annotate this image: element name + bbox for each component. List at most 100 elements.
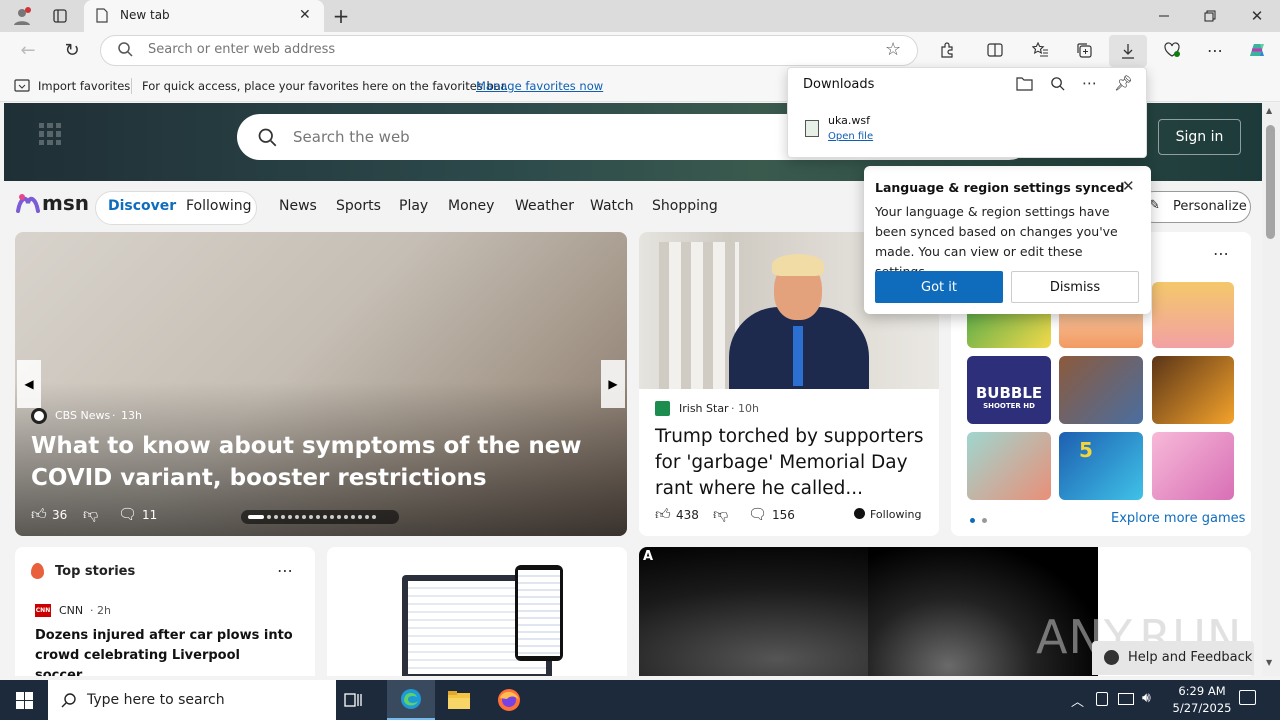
close-tab-icon[interactable]: ✕ [299, 7, 311, 23]
dismiss-button[interactable]: Dismiss [1011, 271, 1139, 303]
carousel-prev-button[interactable]: ◀ [17, 360, 41, 408]
game-tile[interactable] [1059, 356, 1143, 424]
tab-following[interactable]: Following [186, 198, 252, 214]
refresh-icon[interactable]: ↻ [56, 35, 88, 65]
tab-new-tab[interactable]: New tab ✕ [84, 0, 324, 32]
like-icon[interactable]: 👍︎ [655, 505, 671, 524]
edge-taskbar-icon[interactable] [387, 680, 435, 720]
clock-date[interactable]: 5/27/2025 [1166, 701, 1238, 715]
address-bar[interactable]: ☆ [100, 35, 918, 66]
comment-icon[interactable]: 🗨︎ [748, 505, 767, 523]
nav-watch[interactable]: Watch [590, 198, 634, 214]
task-view-icon[interactable] [343, 690, 363, 714]
start-button[interactable] [0, 680, 48, 720]
bubble-shooter-tile[interactable]: BUBBLE SHOOTER HD [967, 356, 1051, 424]
new-tab-icon[interactable]: + [325, 1, 357, 31]
games-more-icon[interactable]: ⋯ [1213, 244, 1229, 263]
fish-game-tile[interactable]: 5 [1059, 432, 1143, 500]
game-tile[interactable] [1152, 356, 1234, 424]
back-icon[interactable]: ← [12, 35, 44, 65]
network-icon[interactable] [1118, 693, 1134, 705]
download-file-name[interactable]: uka.wsf [828, 114, 870, 127]
restore-icon[interactable] [1194, 1, 1226, 31]
scrollbar-thumb[interactable] [1266, 125, 1275, 239]
tray-chevron-icon[interactable]: ︿ [1071, 691, 1084, 710]
nav-shopping[interactable]: Shopping [652, 198, 718, 214]
ad-card[interactable] [327, 547, 627, 676]
dislike-icon[interactable]: 👎︎ [83, 505, 98, 524]
game-tile[interactable] [1152, 282, 1234, 348]
nav-sports[interactable]: Sports [336, 198, 381, 214]
page-dot[interactable] [982, 518, 987, 523]
more-menu-icon[interactable]: ⋯ [1199, 35, 1231, 65]
phone-image [515, 565, 563, 661]
copilot-icon[interactable] [1241, 35, 1273, 65]
browser-essentials-icon[interactable] [1156, 35, 1188, 65]
msn-logo[interactable]: msn [16, 191, 89, 215]
help-feedback-button[interactable]: Help and Feedback [1092, 641, 1254, 675]
pin-icon[interactable]: 📌︎ [1114, 74, 1133, 92]
address-input[interactable] [148, 42, 848, 57]
top-stories-more-icon[interactable]: ⋯ [277, 561, 293, 580]
game-tile[interactable] [967, 432, 1051, 500]
apps-grid-icon[interactable] [39, 123, 61, 145]
page-scrollbar[interactable]: ▲ ▼ [1262, 103, 1280, 676]
tab-actions-icon[interactable] [44, 1, 76, 31]
favorite-star-icon[interactable]: ☆ [885, 39, 901, 60]
trump-dot-sep: · [731, 402, 735, 415]
collections-icon[interactable] [1068, 35, 1100, 65]
comment-icon[interactable]: 🗨︎ [118, 505, 137, 523]
downloads-more-icon[interactable]: ⋯ [1082, 74, 1097, 92]
sign-in-button[interactable]: Sign in [1158, 119, 1241, 155]
nav-play[interactable]: Play [399, 198, 428, 214]
search-downloads-icon[interactable] [1050, 76, 1065, 95]
clock-time[interactable]: 6:29 AM [1172, 684, 1232, 698]
downloads-title: Downloads [803, 77, 875, 92]
popup-title: Language & region settings synced [875, 180, 1125, 195]
import-favorites-icon[interactable] [14, 78, 30, 96]
nav-weather[interactable]: Weather [515, 198, 574, 214]
tray-device-icon[interactable] [1096, 692, 1108, 706]
notifications-icon[interactable] [1239, 690, 1256, 705]
game-tile[interactable] [1152, 432, 1234, 500]
page-dot-active[interactable] [970, 518, 975, 523]
taskbar-search-box[interactable]: Type here to search [48, 680, 336, 720]
downloads-icon[interactable] [1109, 35, 1147, 67]
got-it-button[interactable]: Got it [875, 271, 1003, 303]
minimize-icon[interactable] [1148, 1, 1180, 31]
hero-story-card[interactable]: ◀ ▶ CBS News · 13h What to know about sy… [15, 232, 627, 536]
phone-screen [518, 570, 560, 656]
level-number: 5 [1079, 438, 1093, 462]
explore-games-link[interactable]: Explore more games [1111, 511, 1245, 526]
open-file-link[interactable]: Open file [828, 131, 873, 142]
irish-star-logo-icon [655, 401, 670, 416]
like-icon[interactable]: 👍︎ [31, 505, 47, 524]
windows-taskbar: Type here to search ︿ 🔊︎ 6:29 AM 5/27/20… [0, 680, 1280, 720]
scroll-down-icon[interactable]: ▼ [1266, 658, 1272, 667]
open-folder-icon[interactable] [1016, 76, 1033, 95]
carousel-next-button[interactable]: ▶ [601, 360, 625, 408]
import-favorites-button[interactable]: Import favorites [38, 79, 130, 93]
file-explorer-icon[interactable] [447, 690, 471, 714]
volume-icon[interactable]: 🔊︎ [1142, 690, 1151, 706]
personalize-button[interactable]: ✎ Personalize [1138, 191, 1251, 223]
scroll-up-icon[interactable]: ▲ [1266, 106, 1272, 115]
carousel-dots[interactable] [241, 510, 399, 524]
favorites-icon[interactable] [1024, 35, 1056, 65]
extensions-icon[interactable] [931, 35, 963, 65]
manage-favorites-link[interactable]: Manage favorites now [476, 79, 603, 93]
trump-headline[interactable]: Trump torched by supporters for 'garbage… [655, 424, 930, 502]
popup-close-icon[interactable]: ✕ [1122, 177, 1135, 195]
profile-icon[interactable] [6, 1, 38, 31]
dislike-icon[interactable]: 👎︎ [713, 505, 728, 524]
firefox-icon[interactable] [497, 688, 521, 716]
script-file-icon [805, 120, 819, 137]
following-label[interactable]: Following [870, 508, 922, 521]
hero-headline[interactable]: What to know about symptoms of the new C… [31, 430, 611, 494]
tab-discover[interactable]: Discover [108, 198, 176, 214]
nav-news[interactable]: News [279, 198, 317, 214]
nav-money[interactable]: Money [448, 198, 494, 214]
close-window-icon[interactable]: ✕ [1241, 1, 1273, 31]
cnn-headline[interactable]: Dozens injured after car plows into crow… [35, 626, 300, 676]
split-screen-icon[interactable] [979, 35, 1011, 65]
